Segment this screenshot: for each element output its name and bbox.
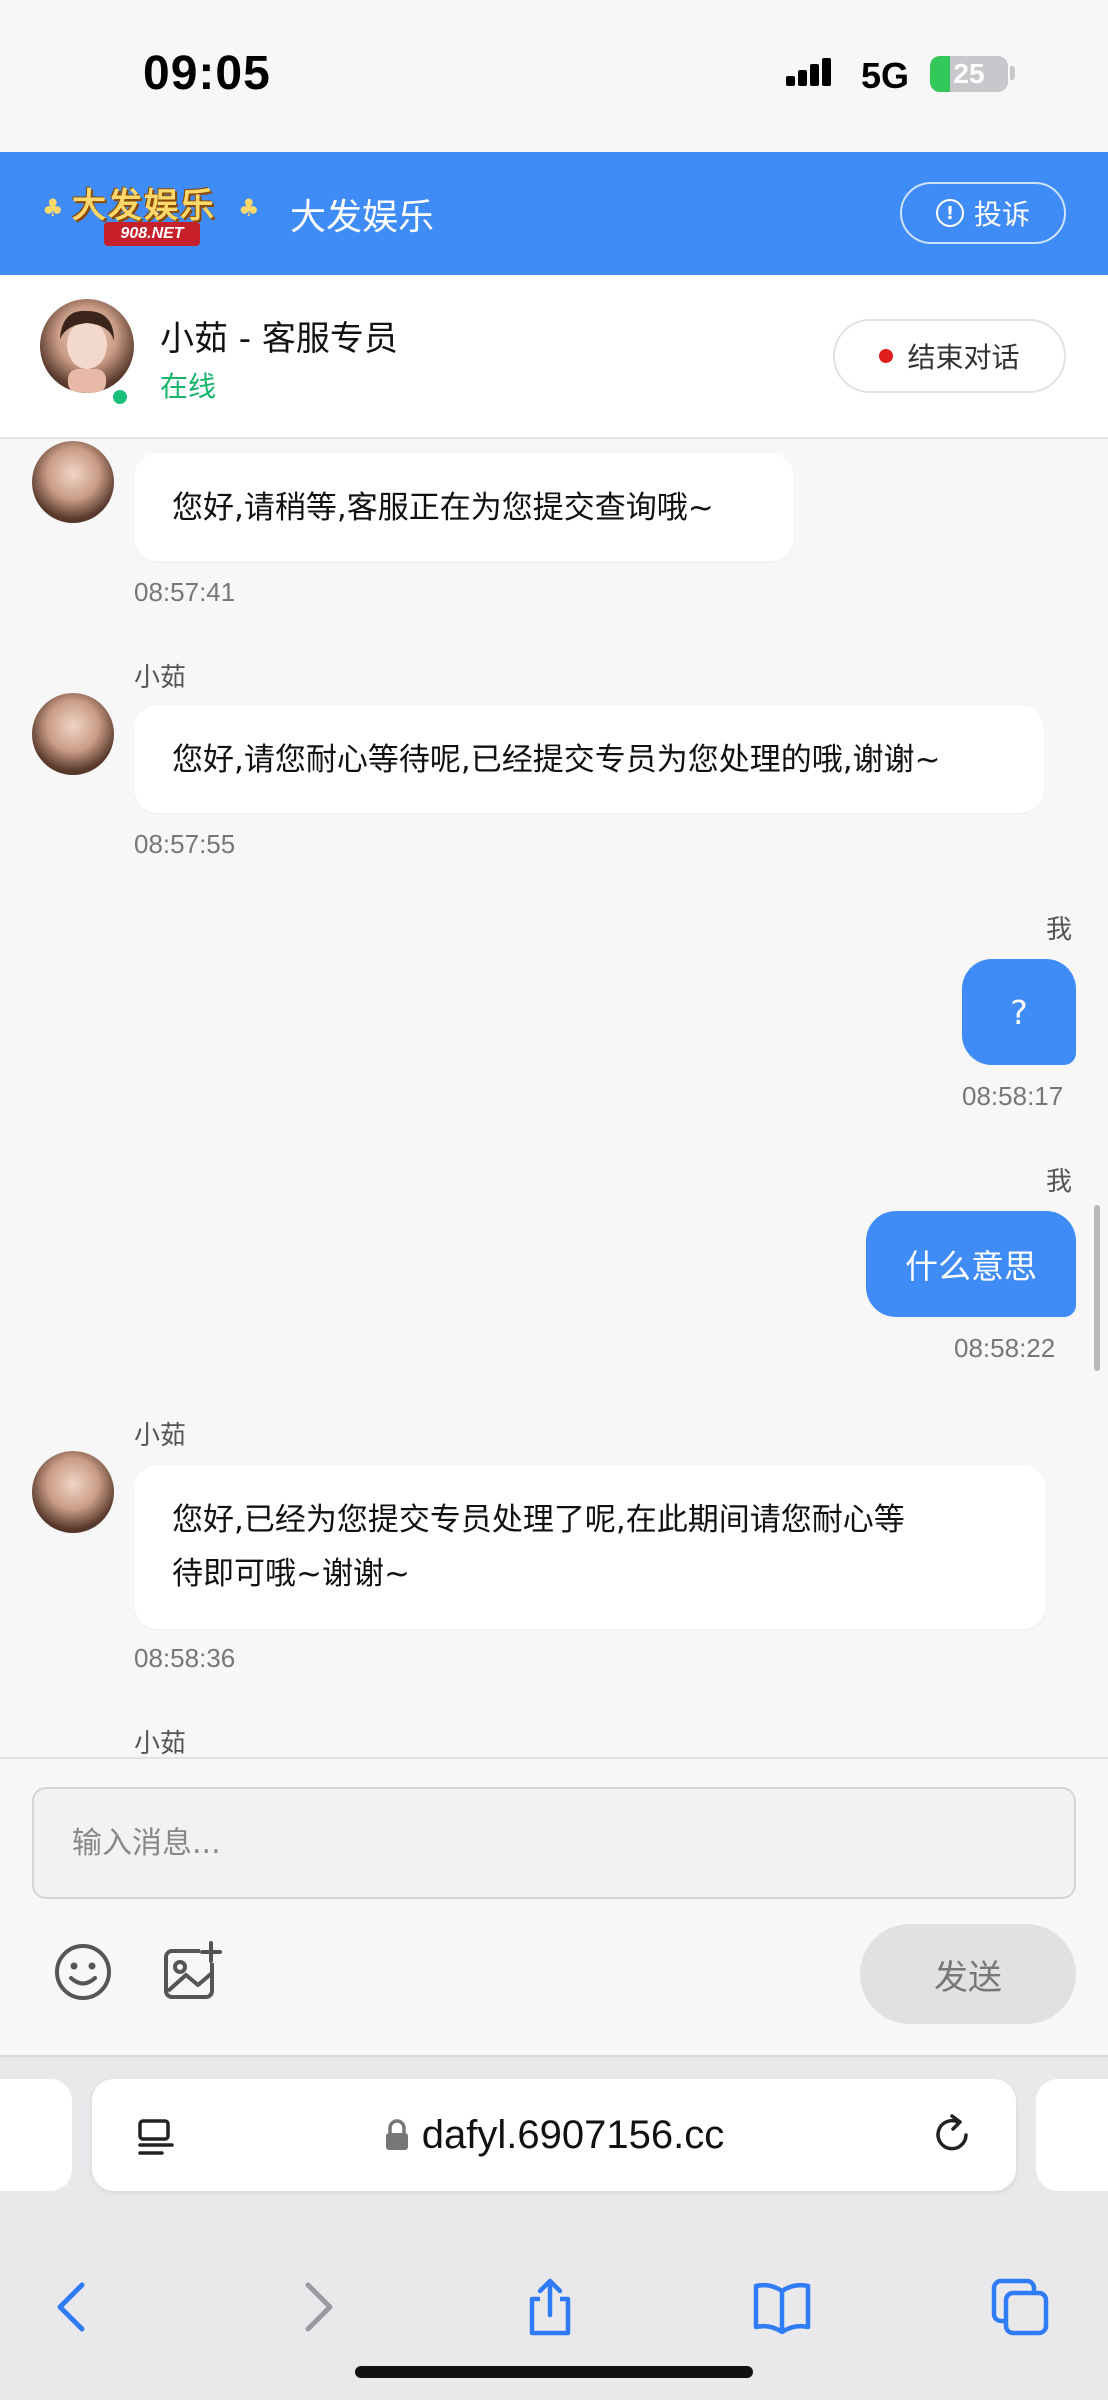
battery-charging-icon: 25 [930,56,1008,92]
message-timestamp: 08:58:17 [962,1081,1064,1111]
online-indicator [110,387,130,407]
home-indicator[interactable] [355,2366,753,2378]
send-button[interactable]: 发送 [860,1924,1076,2024]
message-text-line: 您好,已经为您提交专员处理了呢,在此期间请您耐心等 [172,1502,905,1538]
share-icon[interactable] [520,2277,580,2337]
agent-avatar[interactable] [40,299,134,393]
message-sender: 我 [1046,915,1073,945]
logo-text: 大发娱乐 [72,186,216,226]
complain-label: 投诉 [973,198,1030,231]
message-composer: 发送 [0,1757,1108,2055]
message-text: 您好,请您耐心等待呢,已经提交专员为您处理的哦,谢谢~ [172,742,941,778]
url-display[interactable]: dafyl.6907156.cc [92,2079,1016,2191]
battery-percent: 25 [953,58,985,89]
message-text: 您好,请稍等,客服正在为您提交查询哦~ [172,490,714,526]
reload-icon[interactable] [930,2113,974,2157]
message-timestamp: 08:57:55 [134,829,236,859]
outgoing-message-bubble[interactable]: ? [962,959,1076,1065]
next-tab-preview[interactable] [1036,2079,1108,2191]
complain-button[interactable]: ! 投诉 [900,182,1066,244]
cellular-signal-icon [786,58,831,86]
agent-status: 在线 [160,370,217,403]
chat-message-list[interactable]: 您好,请稍等,客服正在为您提交查询哦~ 08:57:41 小茹 您好,请您耐心等… [0,441,1108,1757]
image-add-icon[interactable] [158,1939,224,2005]
status-bar: 09:05 5G 25 [0,0,1108,152]
message-text-line: 待即可哦~谢谢~ [172,1556,410,1592]
message-text: ? [1010,992,1028,1032]
app-title: 大发娱乐 [290,197,435,238]
message-sender: 我 [1046,1167,1073,1197]
incoming-message-bubble[interactable]: 您好,已经为您提交专员处理了呢,在此期间请您耐心等 待即可哦~谢谢~ [134,1465,1046,1629]
exclamation-circle-icon: ! [935,199,964,227]
app-header: ♣ 大发娱乐 ♣ 908.NET 大发娱乐 ! 投诉 [0,152,1108,275]
incoming-message-bubble[interactable]: 您好,请您耐心等待呢,已经提交专员为您处理的哦,谢谢~ [134,705,1044,813]
agent-message-avatar [32,693,114,775]
chat-scrollbar[interactable] [1094,1205,1100,1371]
agent-message-avatar [32,1451,114,1533]
tabs-icon[interactable] [990,2277,1050,2337]
battery-nub [1010,66,1015,80]
browser-toolbar: dafyl.6907156.cc [0,2055,1108,2400]
forward-icon[interactable] [286,2277,346,2337]
message-input[interactable] [32,1787,1076,1899]
club-icon: ♣ [238,194,260,222]
message-sender: 小茹 [134,1729,187,1757]
logo-subtext: 908.NET [104,222,200,246]
agent-name: 小茹 - 客服专员 [160,319,398,359]
url-text: dafyl.6907156.cc [421,2112,725,2157]
message-timestamp: 08:58:36 [134,1643,236,1673]
send-label: 发送 [934,1957,1002,1998]
agent-info-bar: 小茹 - 客服专员 在线 结束对话 [0,275,1108,439]
message-sender: 小茹 [134,663,187,693]
previous-tab-preview[interactable] [0,2079,72,2191]
back-icon[interactable] [44,2277,104,2337]
message-timestamp: 08:57:41 [134,577,236,607]
outgoing-message-bubble[interactable]: 什么意思 [866,1211,1076,1317]
agent-message-avatar [32,441,114,523]
lock-icon [385,2119,408,2150]
message-text: 什么意思 [905,1247,1037,1286]
end-chat-button[interactable]: 结束对话 [833,319,1066,393]
status-time: 09:05 [143,47,271,100]
incoming-message-bubble[interactable]: 您好,请稍等,客服正在为您提交查询哦~ [134,453,794,561]
end-chat-label: 结束对话 [907,341,1020,374]
brand-logo: ♣ 大发娱乐 ♣ 908.NET [42,174,264,250]
emoji-smile-icon[interactable] [50,1939,116,2005]
club-icon: ♣ [42,194,64,222]
bookmarks-icon[interactable] [752,2277,812,2337]
message-sender: 小茹 [134,1421,187,1451]
message-timestamp: 08:58:22 [954,1333,1056,1363]
network-type: 5G [861,55,910,96]
address-bar[interactable]: dafyl.6907156.cc [92,2079,1016,2191]
red-dot-icon [879,349,894,363]
